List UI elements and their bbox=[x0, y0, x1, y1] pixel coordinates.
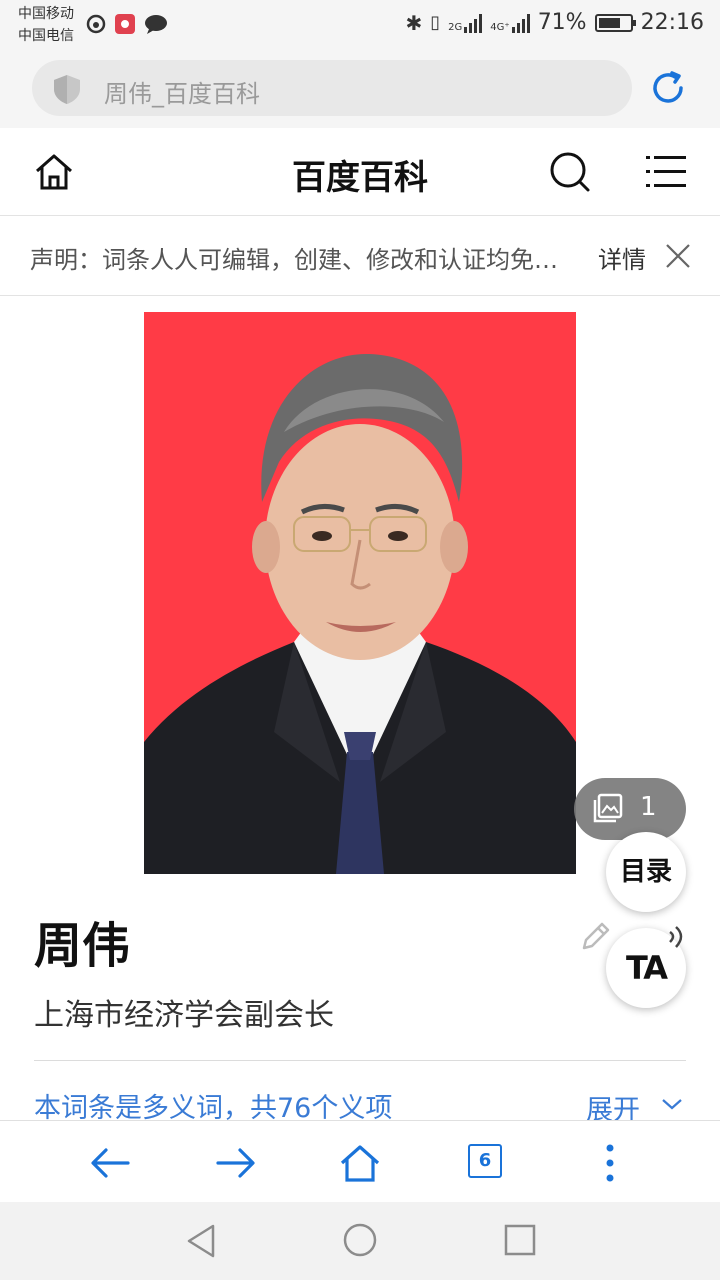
battery-icon bbox=[594, 13, 636, 32]
signal-2g: 2G bbox=[448, 13, 483, 33]
nav-back-icon[interactable] bbox=[184, 1222, 218, 1260]
disclaimer-detail-link[interactable]: 详情 bbox=[598, 240, 646, 275]
battery-fill bbox=[598, 17, 620, 28]
person-portrait-illustration bbox=[144, 353, 576, 874]
status-bar: 中国移动 中国电信 ✱ ▯ 2G 4G⁺ 71% 22:16 bbox=[0, 0, 720, 50]
gallery-icon bbox=[593, 793, 623, 823]
search-icon[interactable] bbox=[548, 150, 592, 194]
vibrate-icon: ▯ bbox=[430, 12, 441, 33]
back-arrow-icon[interactable] bbox=[88, 1141, 132, 1185]
network-2g-label: 2G bbox=[448, 21, 463, 33]
signal-bars-icon bbox=[511, 13, 530, 33]
disclaimer-banner: 声明：词条人人可编辑，创建、修改和认证均免… 详情 bbox=[0, 216, 720, 296]
gallery-button[interactable]: 1 bbox=[574, 778, 686, 840]
refresh-icon[interactable] bbox=[648, 68, 688, 108]
nav-recents-icon[interactable] bbox=[504, 1224, 536, 1256]
bluetooth-icon: ✱ bbox=[405, 10, 423, 35]
chevron-down-icon[interactable] bbox=[660, 1096, 684, 1112]
browser-home-icon[interactable] bbox=[338, 1141, 382, 1185]
signal-bars-icon bbox=[464, 13, 483, 33]
toc-button[interactable]: 目录 bbox=[606, 832, 686, 912]
more-options-icon[interactable] bbox=[588, 1141, 632, 1185]
audio-icon[interactable] bbox=[658, 918, 692, 954]
clock: 22:16 bbox=[640, 10, 704, 35]
security-shield-icon[interactable] bbox=[52, 73, 82, 105]
nav-home-icon[interactable] bbox=[342, 1222, 378, 1258]
forward-arrow-icon[interactable] bbox=[214, 1141, 258, 1185]
android-nav-bar bbox=[0, 1202, 720, 1280]
site-header: 百度百科 bbox=[0, 128, 720, 216]
browser-toolbar: 6 bbox=[0, 1120, 720, 1202]
close-icon[interactable] bbox=[664, 242, 692, 270]
browser-address-area: 周伟_百度百科 bbox=[0, 50, 720, 128]
status-icons: ✱ ▯ 2G 4G⁺ 71% 22:16 bbox=[406, 10, 705, 35]
message-icon bbox=[145, 15, 167, 34]
entry-subtitle: 上海市经济学会副会长 bbox=[34, 998, 334, 1033]
signal-4g: 4G⁺ bbox=[490, 13, 530, 33]
gallery-count: 1 bbox=[640, 792, 657, 822]
network-4g-label: 4G⁺ bbox=[490, 21, 510, 33]
address-bar[interactable]: 周伟_百度百科 bbox=[32, 60, 632, 116]
disclaimer-text: 声明：词条人人可编辑，创建、修改和认证均免… bbox=[30, 246, 558, 274]
url-text[interactable]: 周伟_百度百科 bbox=[104, 74, 260, 109]
netease-music-icon bbox=[86, 14, 106, 34]
edit-icon[interactable] bbox=[578, 918, 614, 954]
person-photo[interactable] bbox=[144, 312, 576, 874]
huawei-app-icon bbox=[115, 14, 135, 34]
battery-percent: 71% bbox=[537, 10, 587, 35]
divider bbox=[34, 1060, 686, 1061]
carrier-1: 中国移动 bbox=[18, 6, 74, 22]
tabs-button[interactable]: 6 bbox=[468, 1144, 502, 1178]
menu-icon[interactable] bbox=[644, 150, 688, 194]
carrier-2: 中国电信 bbox=[18, 28, 74, 44]
site-title[interactable]: 百度百科 bbox=[0, 150, 720, 199]
entry-title: 周伟 bbox=[34, 918, 131, 974]
